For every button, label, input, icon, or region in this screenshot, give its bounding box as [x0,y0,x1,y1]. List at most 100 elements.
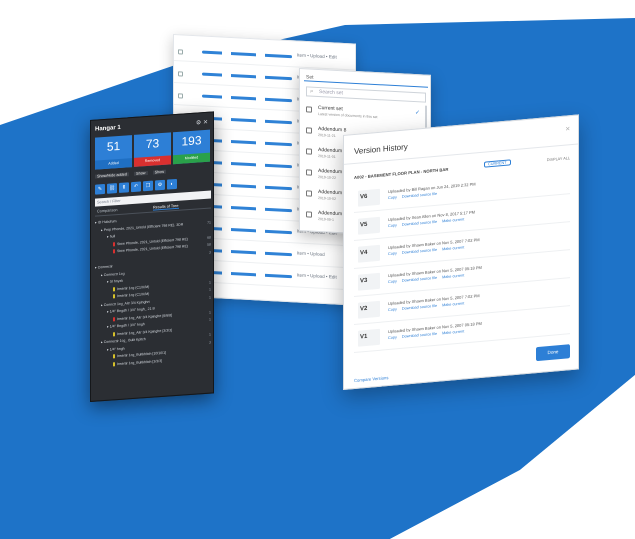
filter-toggle[interactable]: Show/Hide added [95,172,129,179]
removed-count: 73 [145,136,160,152]
status-marker [113,361,115,366]
panel-title: Hangar 1 [95,124,121,133]
status-marker [113,316,115,321]
set-search-input[interactable]: ⌕ Search set [306,86,426,103]
tab-comparison[interactable]: Comparison [97,208,117,213]
done-button[interactable]: Done [536,344,570,362]
compare-versions-link[interactable]: Compare Versions [354,375,388,383]
undo-icon[interactable]: ↶ [131,181,141,193]
tree-node-count: 71 [207,220,211,225]
tree-node-count: 1 [209,280,211,285]
removed-label: Removed [134,155,171,167]
set-option-subtitle: 2019-11-21 [318,132,336,138]
copy-icon[interactable]: ❐ [143,180,153,192]
tree-node-label: Insertir 1cg_Aitr 3/4 Kplnghrt [3/3/3] [117,327,173,336]
set-option-subtitle: Latest version of documents in this set [318,111,378,120]
version-label: V1 [360,333,368,341]
version-action-link[interactable]: Copy [388,195,397,200]
link-icon[interactable]: ⛓ [107,183,117,194]
settings-icon[interactable]: ⚙ [155,179,165,191]
status-marker [113,286,115,291]
tree-node-label: ▸ 1/4" hngh [107,346,125,352]
tree-node-label: ▸ Connectir [95,264,113,270]
tree-node-label: ▸ Sl hnyzk [107,278,123,284]
tree-node-count: 1 [209,332,211,337]
set-option-name: Current set [318,104,343,113]
status-marker [113,249,115,254]
display-filter[interactable]: DISPLAY ALL [547,156,570,162]
version-action-link[interactable]: Download source file [402,276,437,283]
document-set-icon [306,190,312,197]
modified-stat[interactable]: 193 Modified [173,129,210,165]
set-option-subtitle: 2019-11-01 [318,153,336,159]
set-option-subtitle: 2019-09-1 [318,216,334,222]
version-action-link[interactable]: Download source file [402,332,437,339]
tree-node-label: Insertir 1cg_Aitr 3/4 Kplnghrt [6/6/8] [117,312,173,321]
progress-bar [202,50,292,59]
progress-bar [202,116,292,125]
document-set-icon [306,148,312,155]
version-action-link[interactable]: Copy [388,279,397,284]
status-marker [113,354,115,359]
tree-node-label: Insertir 1cg (C1/X/M) [117,291,150,299]
status-marker [113,294,115,299]
tree-node-count: 68 [207,235,211,240]
tab-results-of-tree[interactable]: Results of Tree [153,203,179,211]
window-controls-icon[interactable]: ⚙ ✕ [196,119,208,127]
removed-stat[interactable]: 73 Removed [134,132,171,167]
version-action-link[interactable]: Make current [442,273,464,279]
tree-node-label: ▸ Connctr 1cg_Aitr 3/4 Kplnghrt [101,299,150,307]
close-icon[interactable]: × [565,124,570,133]
version-action-link[interactable]: Copy [388,335,397,340]
progress-bar [202,94,292,103]
tree-node-count: 1 [209,317,211,322]
pencil-icon[interactable]: ✎ [95,183,105,195]
version-action-link[interactable]: Download source file [402,192,437,199]
tree-node-count: 1 [209,287,211,292]
filter-toggle[interactable]: Show [134,170,148,176]
version-action-link[interactable]: Copy [388,223,397,228]
version-history-dialog: Version History × A002 - BASEMENT FLOOR … [343,114,579,391]
tree-node-count: 1 [209,295,211,300]
version-action-link[interactable]: Copy [388,251,397,256]
document-set-icon [306,127,312,134]
version-label: V4 [360,249,368,257]
tree-node-count: 3 [209,340,211,345]
checkbox-icon[interactable] [178,71,183,77]
added-stat[interactable]: 51 Added [95,135,132,170]
filter-toggle[interactable]: Show [152,169,167,175]
version-label: V2 [360,305,368,313]
document-set-icon [306,169,312,176]
progress-bar [202,248,292,257]
set-search-placeholder: Search set [319,89,343,97]
comparison-panel: Hangar 1 ⚙ ✕ 51 Added 73 Removed 193 Mod… [90,111,214,403]
tree-node-label: ▸ hull [107,234,116,239]
tree-node-count: 58 [207,242,211,247]
checkbox-icon[interactable] [178,49,183,55]
version-action-link[interactable]: Make current [442,301,464,307]
set-option-subtitle: 2019-10-02 [318,195,336,201]
version-action-link[interactable]: Download source file [402,248,437,255]
version-action-link[interactable]: Copy [388,307,397,312]
tree-node-count: 1 [209,310,211,315]
checkbox-icon[interactable] [178,93,183,99]
progress-bar [202,182,292,191]
current-badge: CURRENT [484,159,511,168]
document-name: A002 - BASEMENT FLOOR PLAN - NORTH BAR [354,166,449,181]
dark-mode-icon[interactable]: ◐ [167,178,177,190]
status-marker [113,241,115,246]
version-action-link[interactable]: Download source file [402,220,437,227]
set-option-name: Addendum [318,209,343,218]
version-action-link[interactable]: Make current [442,217,464,223]
tree-node-count: 3 [209,250,211,255]
added-count: 51 [106,138,121,154]
version-action-link[interactable]: Download source file [402,304,437,311]
version-label: V6 [360,193,368,201]
tree-node-label: ▸ ID Hubdrum [95,219,117,225]
version-action-link[interactable]: Make current [442,245,464,251]
tree-node-label: Insertir 1cg_Bultkhltch [10/10/1] [117,350,167,359]
arrow-up-icon[interactable]: ⬆ [119,182,129,193]
progress-bar [202,160,292,169]
version-action-link[interactable]: Make current [442,329,464,335]
document-set-icon [306,211,312,218]
